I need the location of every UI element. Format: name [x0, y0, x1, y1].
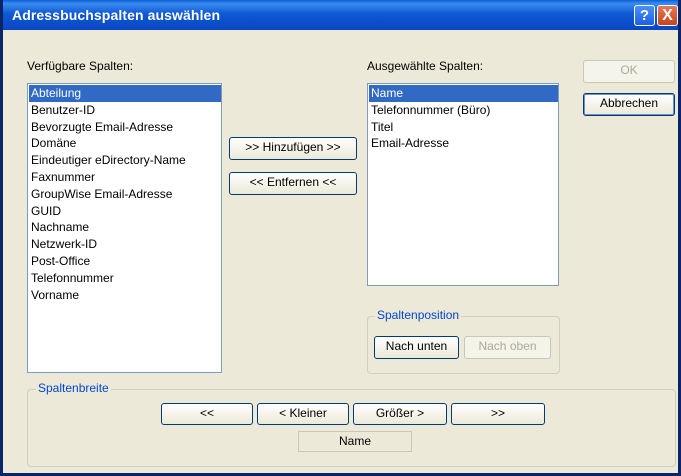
available-column-item[interactable]: Bevorzugte Email-Adresse	[29, 119, 221, 136]
column-width-legend: Spaltenbreite	[36, 381, 111, 395]
selected-columns-list[interactable]: Name Telefonnummer (Büro) Titel Email-Adres…	[367, 83, 559, 286]
help-button[interactable]: ?	[634, 5, 655, 26]
available-column-item[interactable]: Faxnummer	[29, 169, 221, 186]
available-column-item[interactable]: GUID	[29, 203, 221, 220]
available-columns-list[interactable]: Abteilung Benutzer-ID Bevorzugte Email-Adr…	[27, 83, 222, 373]
selected-column-item[interactable]: Name	[369, 85, 558, 102]
available-column-item[interactable]: GroupWise Email-Adresse	[29, 186, 221, 203]
title-bar[interactable]: Adressbuchspalten auswählen ? X	[3, 0, 678, 30]
column-position-legend: Spaltenposition	[375, 308, 462, 322]
dialog-title: Adressbuchspalten auswählen	[12, 7, 221, 23]
available-column-item[interactable]: Telefonnummer	[29, 270, 221, 287]
selected-column-item[interactable]: Titel	[369, 119, 558, 136]
selected-columns-label: Ausgewählte Spalten:	[367, 59, 484, 73]
available-column-item[interactable]: Netzwerk-ID	[29, 236, 221, 253]
available-column-item[interactable]: Domäne	[29, 135, 221, 152]
available-columns-label: Verfügbare Spalten:	[27, 59, 134, 73]
selected-column-item[interactable]: Email-Adresse	[369, 135, 558, 152]
available-column-item[interactable]: Abteilung	[29, 85, 221, 102]
width-smaller-button[interactable]: < Kleiner	[257, 403, 349, 425]
move-down-button[interactable]: Nach unten	[374, 336, 459, 359]
width-larger-button[interactable]: Größer >	[353, 403, 447, 425]
add-button[interactable]: >> Hinzufügen >>	[229, 137, 357, 160]
dialog-window: Adressbuchspalten auswählen ? X Verfügba…	[0, 0, 681, 476]
available-column-item[interactable]: Eindeutiger eDirectory-Name	[29, 152, 221, 169]
remove-button[interactable]: << Entfernen <<	[229, 172, 357, 195]
column-width-group	[27, 389, 676, 467]
available-column-item[interactable]: Benutzer-ID	[29, 102, 221, 119]
current-column-display: Name	[298, 431, 412, 452]
available-column-item[interactable]: Vorname	[29, 287, 221, 304]
selected-column-item[interactable]: Telefonnummer (Büro)	[369, 102, 558, 119]
available-column-item[interactable]: Nachname	[29, 219, 221, 236]
width-min-button[interactable]: <<	[161, 403, 253, 425]
move-up-button[interactable]: Nach oben	[464, 336, 551, 359]
width-max-button[interactable]: >>	[451, 403, 545, 425]
close-button[interactable]: X	[657, 5, 678, 26]
ok-button[interactable]: OK	[583, 60, 675, 83]
available-column-item[interactable]: Post-Office	[29, 253, 221, 270]
cancel-button[interactable]: Abbrechen	[583, 93, 675, 116]
